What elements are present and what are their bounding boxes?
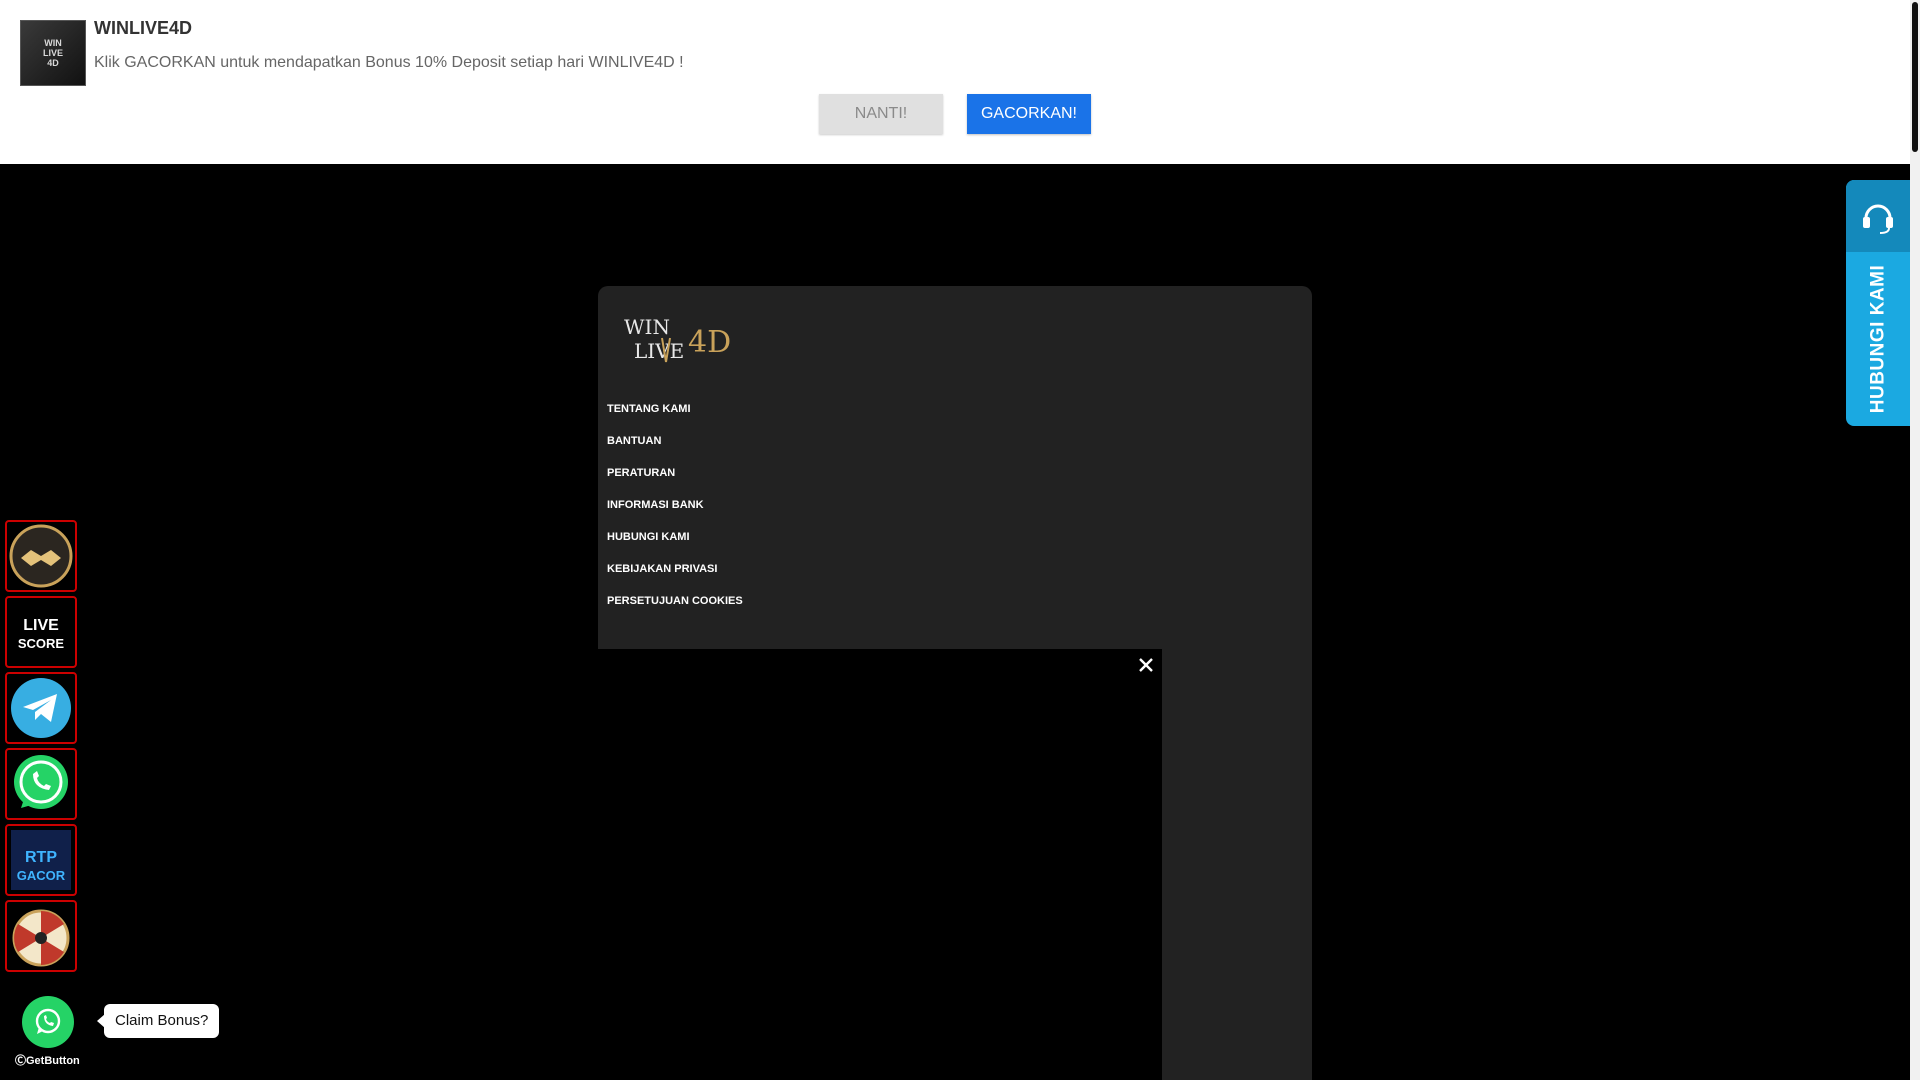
footer-link-bantuan[interactable]: BANTUAN (607, 432, 743, 464)
contact-tab-label: HUBUNGI KAMI (1867, 264, 1888, 414)
footer-link-tentang-kami[interactable]: TENTANG KAMI (607, 400, 743, 432)
svg-text:WIN: WIN (624, 315, 670, 339)
headset-icon (1846, 180, 1910, 252)
winlive4d-logo-icon: WIN LIVE 4D (20, 20, 86, 86)
svg-text:LIVE: LIVE (23, 617, 59, 634)
allow-button[interactable]: GACORKAN! (967, 94, 1091, 134)
lucky-wheel-icon[interactable] (5, 900, 77, 972)
scrollbar[interactable] (1910, 0, 1920, 1080)
svg-text:4D: 4D (688, 325, 731, 360)
getbutton-credit-link[interactable]: ⒸGetButton (15, 1052, 80, 1068)
telegram-icon[interactable] (5, 672, 77, 744)
partnership-handshake-icon[interactable] (5, 520, 77, 592)
contact-us-tab[interactable]: HUBUNGI KAMI (1846, 180, 1910, 426)
svg-text:RTP: RTP (25, 849, 57, 866)
rtp-gacor-icon[interactable]: RTP GACOR (5, 824, 77, 896)
later-button[interactable]: NANTI! (819, 94, 943, 134)
svg-text:GACOR: GACOR (17, 868, 66, 883)
live-score-icon[interactable]: LIVE SCORE (5, 596, 77, 668)
footer-link-hubungi-kami[interactable]: HUBUNGI KAMI (607, 528, 743, 560)
close-icon[interactable] (1136, 655, 1156, 675)
footer-link-peraturan[interactable]: PERATURAN (607, 464, 743, 496)
floating-social-sidebar: LIVE SCORE RTP GACOR (5, 520, 77, 976)
push-notification-prompt: WIN LIVE 4D WINLIVE4D Klik GACORKAN untu… (0, 0, 1910, 164)
footer-links: TENTANG KAMI BANTUAN PERATURAN INFORMASI… (607, 400, 743, 624)
site-logo[interactable]: WIN LIVE 4D (622, 308, 738, 368)
svg-text:SCORE: SCORE (18, 636, 65, 651)
getbutton-logo-icon: Ⓒ (15, 1055, 26, 1067)
svg-text:LIVE: LIVE (634, 339, 684, 363)
scrollbar-thumb[interactable] (1912, 2, 1918, 152)
video-popup (598, 649, 1162, 1080)
whatsapp-icon (35, 1008, 61, 1034)
whatsapp-chat-button[interactable] (22, 996, 74, 1048)
footer-link-persetujuan-cookies[interactable]: PERSETUJUAN COOKIES (607, 592, 743, 624)
notification-body: Klik GACORKAN untuk mendapatkan Bonus 10… (94, 54, 684, 71)
footer-panel: WIN LIVE 4D TENTANG KAMI BANTUAN PERATUR… (598, 286, 1312, 1080)
whatsapp-icon[interactable] (5, 748, 77, 820)
footer-link-informasi-bank[interactable]: INFORMASI BANK (607, 496, 743, 528)
claim-bonus-bubble[interactable]: Claim Bonus? (96, 1004, 220, 1038)
notification-title: WINLIVE4D (94, 18, 193, 38)
footer-link-kebijakan-privasi[interactable]: KEBIJAKAN PRIVASI (607, 560, 743, 592)
